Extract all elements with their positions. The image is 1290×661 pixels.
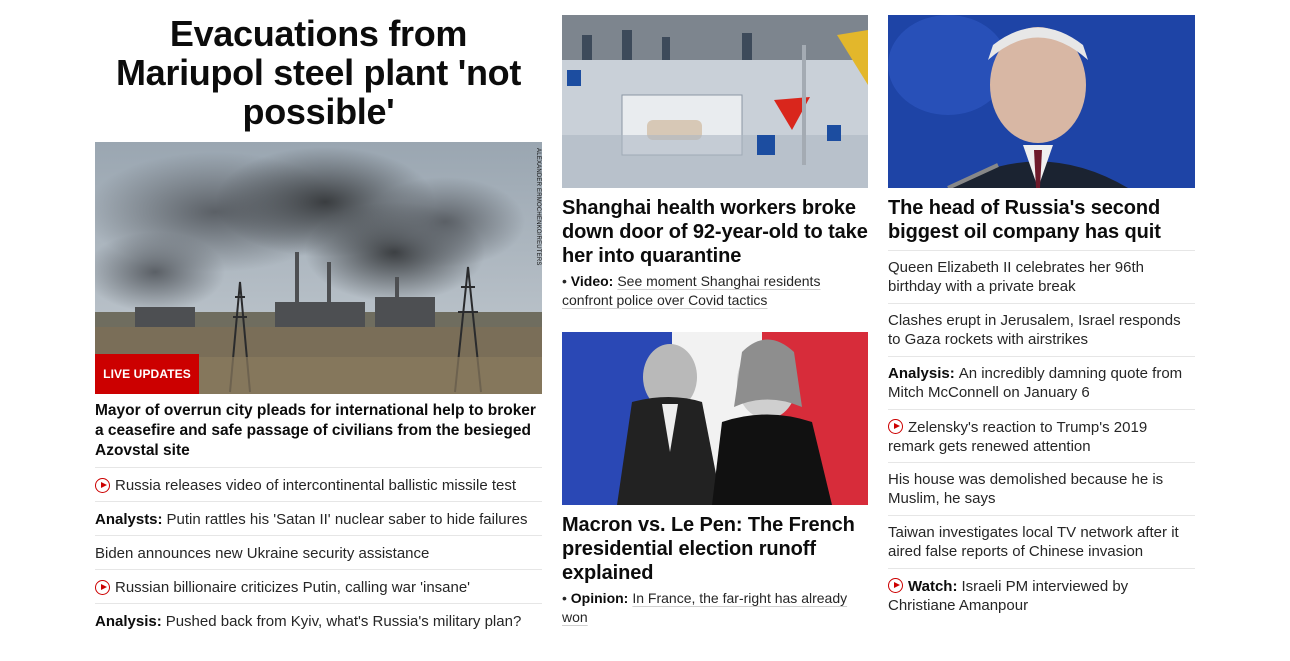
list-item[interactable]: Zelensky's reaction to Trump's 2019 rema… bbox=[888, 409, 1195, 462]
list-item[interactable]: Clashes erupt in Jerusalem, Israel respo… bbox=[888, 303, 1195, 356]
live-updates-badge[interactable]: LIVE UPDATES bbox=[95, 354, 199, 394]
list-item-label: Analysis: bbox=[95, 613, 162, 630]
russia-oil-headline[interactable]: The head of Russia's second biggest oil … bbox=[888, 196, 1195, 244]
list-item-text: Clashes erupt in Jerusalem, Israel respo… bbox=[888, 312, 1181, 348]
list-item-text: His house was demolished because he is M… bbox=[888, 471, 1164, 507]
macron-related[interactable]: • Opinion: In France, the far-right has a… bbox=[562, 589, 862, 627]
list-item-text: Queen Elizabeth II celebrates her 96th b… bbox=[888, 259, 1144, 295]
list-item-text: Russian billionaire criticizes Putin, ca… bbox=[115, 579, 471, 596]
list-item-text: Biden announces new Ukraine security ass… bbox=[95, 545, 430, 562]
list-item[interactable]: Queen Elizabeth II celebrates her 96th b… bbox=[888, 250, 1195, 303]
macron-headline[interactable]: Macron vs. Le Pen: The French presidenti… bbox=[562, 513, 868, 585]
lead-headline[interactable]: Evacuations from Mariupol steel plant 'n… bbox=[95, 14, 542, 131]
oil-executive-portrait-image[interactable] bbox=[888, 15, 1195, 188]
list-item-text: Putin rattles his 'Satan II' nuclear sab… bbox=[166, 511, 528, 528]
list-item[interactable]: Biden announces new Ukraine security ass… bbox=[95, 535, 542, 569]
more-stories-list: Queen Elizabeth II celebrates her 96th b… bbox=[888, 250, 1195, 621]
list-item[interactable]: Analysis: An incredibly damning quote fro… bbox=[888, 356, 1195, 409]
list-item[interactable]: Analysts: Putin rattles his 'Satan II' nu… bbox=[95, 501, 542, 535]
opinion-label: Opinion: bbox=[570, 590, 629, 606]
bullet: • bbox=[562, 273, 571, 289]
macron-lepen-image[interactable] bbox=[562, 332, 868, 505]
list-item-label: Analysis: bbox=[888, 365, 955, 382]
list-item-text: Taiwan investigates local TV network aft… bbox=[888, 524, 1179, 560]
shanghai-headline[interactable]: Shanghai health workers broke down door … bbox=[562, 196, 872, 268]
list-item-label: Analysts: bbox=[95, 511, 163, 528]
list-item[interactable]: Analysis: Pushed back from Kyiv, what's R… bbox=[95, 603, 542, 637]
list-item-text: Zelensky's reaction to Trump's 2019 rema… bbox=[888, 419, 1148, 455]
list-item-text: Russia releases video of intercontinenta… bbox=[115, 477, 517, 494]
list-item[interactable]: His house was demolished because he is M… bbox=[888, 462, 1195, 515]
play-icon bbox=[95, 580, 110, 595]
list-item[interactable]: Russian billionaire criticizes Putin, ca… bbox=[95, 569, 542, 603]
play-icon bbox=[888, 419, 903, 434]
lead-subheadline[interactable]: Mayor of overrun city pleads for interna… bbox=[95, 401, 542, 461]
play-icon bbox=[95, 478, 110, 493]
list-item-text: Pushed back from Kyiv, what's Russia's m… bbox=[165, 613, 522, 630]
bullet: • bbox=[562, 590, 571, 606]
video-label: Video: bbox=[570, 273, 614, 289]
list-item[interactable]: Watch: Israeli PM interviewed by Christia… bbox=[888, 568, 1195, 621]
list-item[interactable]: Russia releases video of intercontinenta… bbox=[95, 467, 542, 501]
photo-credit: ALEXANDER ERMOCHENKO/REUTERS bbox=[535, 148, 541, 266]
lead-related-list: Russia releases video of intercontinenta… bbox=[95, 467, 542, 637]
list-item[interactable]: Taiwan investigates local TV network aft… bbox=[888, 515, 1195, 568]
play-icon bbox=[888, 578, 903, 593]
list-item-label: Watch: bbox=[908, 578, 958, 595]
shanghai-quarantine-image[interactable] bbox=[562, 15, 868, 188]
shanghai-related[interactable]: • Video: See moment Shanghai residents co… bbox=[562, 272, 862, 310]
